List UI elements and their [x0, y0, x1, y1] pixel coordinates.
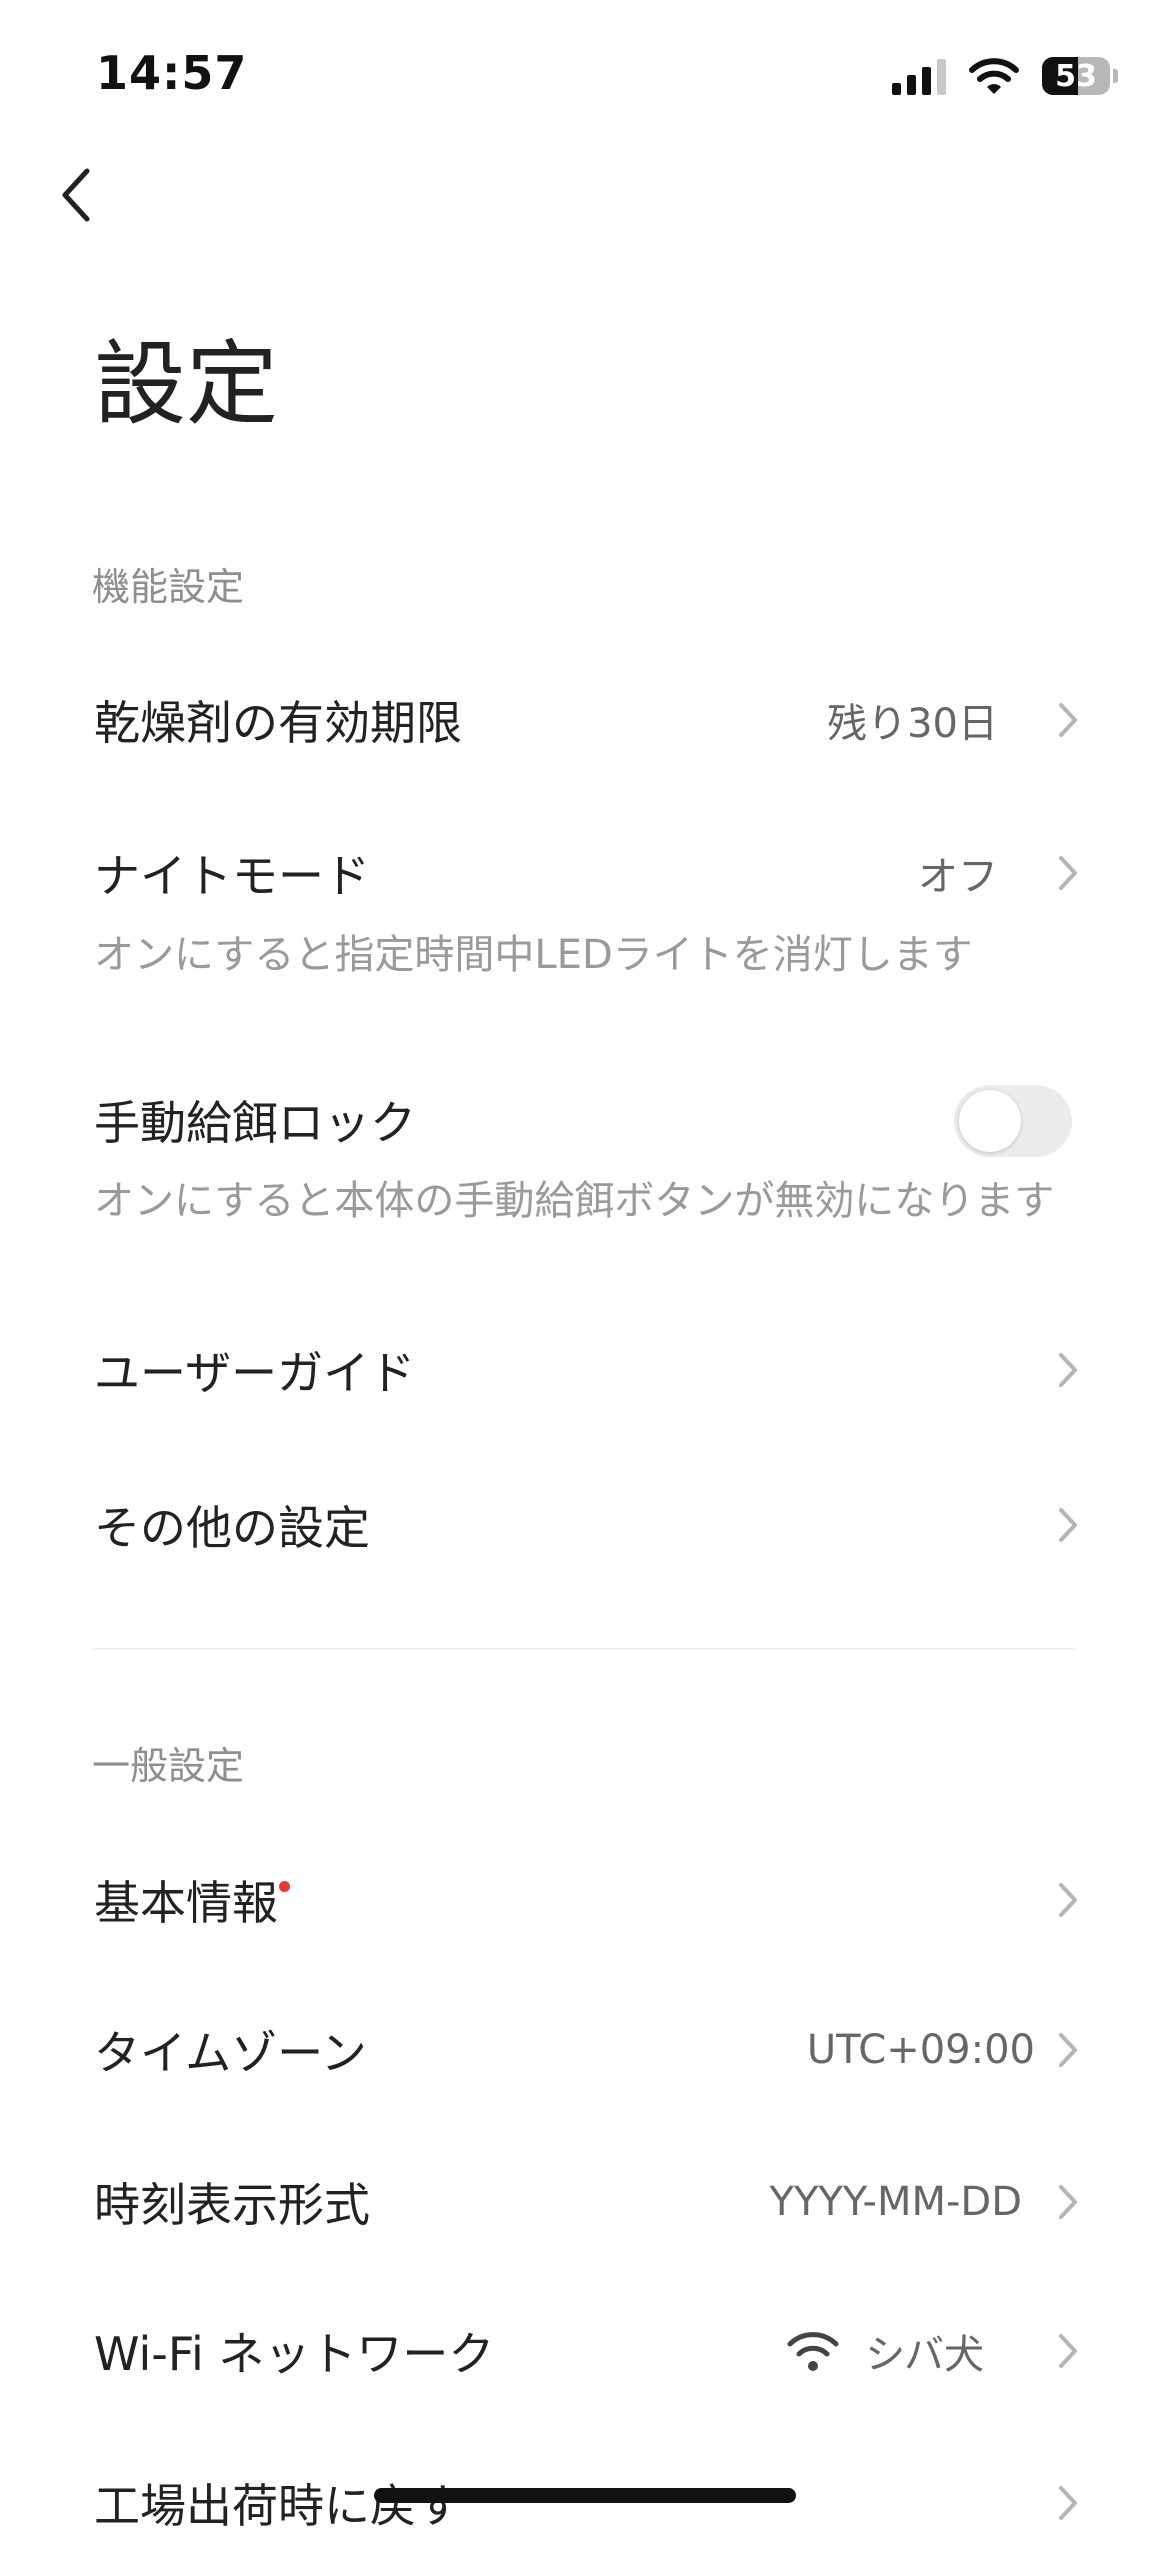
settings-item-label: 時刻表示形式: [94, 2178, 370, 2232]
wifi-network-value: シバ犬: [865, 2332, 984, 2378]
manual-feed-lock-toggle[interactable]: [954, 1085, 1072, 1157]
chevron-right-icon: [1054, 1878, 1082, 1922]
chevron-right-icon: [1054, 1348, 1082, 1392]
section-header-general: 一般設定: [92, 1744, 245, 1788]
chevron-right-icon: [1054, 851, 1082, 895]
settings-item-label: 手動給餌ロック: [94, 1096, 416, 1150]
timezone-value: UTC+09:00: [806, 2027, 1035, 2073]
settings-item-label: 乾燥剤の有効期限: [94, 696, 462, 750]
settings-item-label: ユーザーガイド: [94, 1346, 416, 1400]
night-mode-description: オンにすると指定時間中LEDライトを消灯します: [94, 932, 973, 978]
settings-item-user-guide[interactable]: ユーザーガイド: [0, 1315, 1170, 1425]
night-mode-value: オフ: [918, 854, 998, 900]
battery-icon: 53: [1042, 57, 1118, 95]
settings-item-label: 基本情報: [94, 1876, 278, 1930]
settings-item-basic-info[interactable]: 基本情報: [0, 1845, 1170, 1955]
settings-item-label: 工場出荷時に戻す: [94, 2479, 462, 2533]
notification-dot: [279, 1881, 290, 1892]
desiccant-remaining-value: 残り30日: [827, 701, 998, 747]
status-time: 14:57: [96, 46, 248, 100]
time-format-value: YYYY-MM-DD: [769, 2179, 1022, 2225]
page-title: 設定: [94, 331, 279, 438]
chevron-right-icon: [1054, 2329, 1082, 2373]
settings-item-night-mode[interactable]: ナイトモード オフ: [0, 818, 1170, 928]
wifi-icon: [787, 2332, 839, 2371]
settings-item-other-settings[interactable]: その他の設定: [0, 1470, 1170, 1580]
settings-item-factory-reset[interactable]: 工場出荷時に戻す: [0, 2448, 1170, 2558]
back-button[interactable]: [46, 160, 106, 230]
toggle-knob: [959, 1090, 1021, 1152]
settings-item-timezone[interactable]: タイムゾーン UTC+09:00: [0, 1995, 1170, 2105]
settings-item-time-format[interactable]: 時刻表示形式 YYYY-MM-DD: [0, 2147, 1170, 2257]
settings-item-label: ナイトモード: [94, 849, 370, 903]
battery-percentage: 53: [1055, 58, 1097, 94]
section-header-function: 機能設定: [92, 565, 245, 609]
settings-item-desiccant[interactable]: 乾燥剤の有効期限 残り30日: [0, 665, 1170, 775]
settings-item-label: タイムゾーン: [94, 2026, 367, 2080]
chevron-right-icon: [1054, 2180, 1082, 2224]
chevron-right-icon: [1054, 2028, 1082, 2072]
status-bar: 14:57 53: [0, 0, 1170, 150]
wifi-icon: [969, 58, 1019, 94]
chevron-left-icon: [62, 168, 90, 222]
status-icons: 53: [892, 52, 1118, 100]
cellular-signal-icon: [892, 57, 946, 95]
chevron-right-icon: [1054, 698, 1082, 742]
home-indicator: [374, 2488, 796, 2503]
manual-feed-lock-description: オンにすると本体の手動給餌ボタンが無効になります: [94, 1178, 1055, 1224]
section-divider: [92, 1648, 1076, 1650]
settings-item-label: Wi-Fi ネットワーク: [94, 2327, 495, 2381]
chevron-right-icon: [1054, 1503, 1082, 1547]
settings-item-label: その他の設定: [94, 1501, 370, 1555]
chevron-right-icon: [1054, 2481, 1082, 2525]
settings-item-wifi-network[interactable]: Wi-Fi ネットワーク シバ犬: [0, 2296, 1170, 2406]
